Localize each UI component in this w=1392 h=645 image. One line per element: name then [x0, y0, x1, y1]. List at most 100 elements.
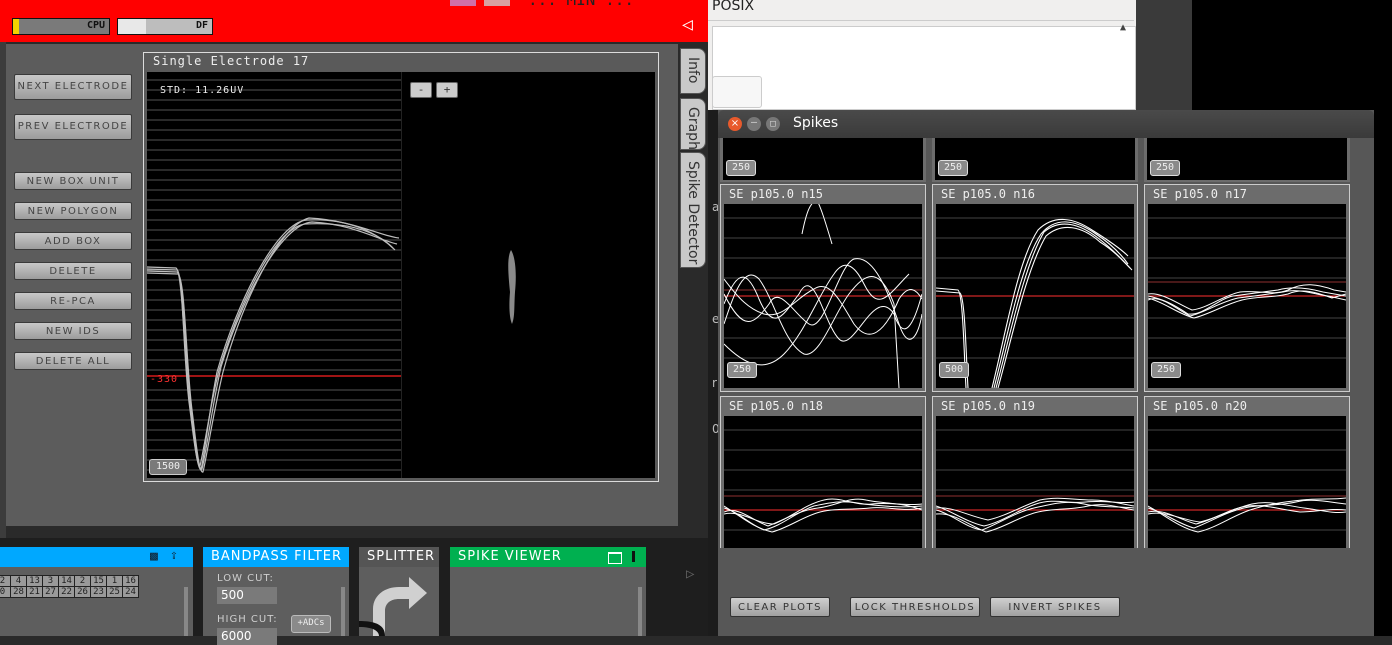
- channel-cell[interactable]: 26: [74, 586, 91, 598]
- scrollbar[interactable]: [638, 587, 642, 636]
- clock-text: ... MIN ...: [528, 0, 634, 9]
- play-icon[interactable]: ▷: [686, 566, 694, 582]
- spikes-title: Spikes: [793, 115, 839, 131]
- clear-plots-button[interactable]: CLEAR PLOTS: [730, 597, 830, 617]
- scale-label[interactable]: 1500: [149, 459, 187, 475]
- spike-plot-partial: 250: [1144, 138, 1350, 182]
- waveform-plot[interactable]: [147, 72, 655, 478]
- high-cut-label: HIGH CUT:: [217, 614, 278, 625]
- play-button[interactable]: [484, 0, 510, 6]
- delete-all-button[interactable]: DELETE ALL: [14, 352, 132, 370]
- scale-label[interactable]: 250: [1150, 160, 1180, 176]
- spike-plot-n16[interactable]: SE p105.0 n16 500: [932, 184, 1138, 392]
- tab-spike-detector[interactable]: Spike Detector: [680, 152, 706, 268]
- spike-plot-partial: 250: [720, 138, 926, 182]
- spike-plot-label: SE p105.0 n19: [941, 399, 1035, 413]
- delete-button[interactable]: DELETE: [14, 262, 132, 280]
- scale-label[interactable]: 500: [939, 362, 969, 378]
- spike-plot-n18[interactable]: SE p105.0 n18: [720, 396, 926, 549]
- channel-cell[interactable]: 24: [122, 586, 139, 598]
- low-cut-field[interactable]: 500: [217, 587, 277, 604]
- scrollbar[interactable]: [184, 587, 188, 636]
- channel-map-header: [0, 547, 193, 567]
- minimize-icon[interactable]: –: [747, 117, 761, 131]
- posix-text-area[interactable]: [712, 26, 1136, 110]
- channel-cell[interactable]: 14: [58, 575, 75, 587]
- spike-plot-label: SE p105.0 n17: [1153, 187, 1247, 201]
- back-triangle-icon[interactable]: ◁: [682, 14, 693, 35]
- upload-icon[interactable]: ⇪: [170, 548, 178, 563]
- channel-cell[interactable]: 21: [26, 586, 43, 598]
- scale-label[interactable]: 250: [938, 160, 968, 176]
- std-readout: STD: 11.26UV: [160, 85, 245, 96]
- scroll-up-arrow-icon[interactable]: ▲: [1120, 22, 1126, 33]
- add-adcs-button[interactable]: +ADCs: [291, 615, 331, 633]
- splitter-arrow-icon[interactable]: [359, 569, 439, 636]
- channel-cell[interactable]: 13: [26, 575, 43, 587]
- zoom-in-button[interactable]: +: [436, 82, 458, 98]
- posix-window: POSIX ▲: [708, 0, 1136, 110]
- channel-cell[interactable]: 0: [0, 586, 11, 598]
- plot-title: Single Electrode 17: [153, 54, 310, 68]
- new-polygon-button[interactable]: NEW POLYGON: [14, 202, 132, 220]
- channel-cell[interactable]: 22: [58, 586, 75, 598]
- splitter-panel: SPLITTER: [359, 547, 439, 636]
- spike-plot-partial: 250: [932, 138, 1138, 182]
- channel-grid[interactable]: 2 4 13 3 14 2 15 1 16 0 28 21 27 22 26 23 25 24: [0, 575, 139, 598]
- save-icon[interactable]: ▩: [150, 549, 158, 564]
- posix-title: POSIX: [712, 0, 755, 14]
- spike-plot-label: SE p105.0 n16: [941, 187, 1035, 201]
- channel-cell[interactable]: 2: [0, 575, 11, 587]
- spike-plot-label: SE p105.0 n15: [729, 187, 823, 201]
- invert-spikes-button[interactable]: INVERT SPIKES: [990, 597, 1120, 617]
- lock-thresholds-button[interactable]: LOCK THRESHOLDS: [850, 597, 980, 617]
- low-cut-label: LOW CUT:: [217, 573, 274, 584]
- toggle-icon[interactable]: [632, 551, 635, 562]
- tab-info[interactable]: Info: [680, 48, 706, 94]
- spikes-window: × – □ Spikes 250 250 250 SE p105.0 n15 2…: [718, 110, 1374, 636]
- high-cut-field[interactable]: 6000: [217, 628, 277, 645]
- scale-label[interactable]: 250: [726, 160, 756, 176]
- new-ids-button[interactable]: NEW IDS: [14, 322, 132, 340]
- add-box-button[interactable]: ADD BOX: [14, 232, 132, 250]
- splitter-title: SPLITTER: [359, 547, 439, 567]
- maximize-icon[interactable]: □: [766, 117, 780, 131]
- channel-cell[interactable]: 27: [42, 586, 59, 598]
- window-icon[interactable]: [608, 552, 622, 564]
- channel-cell[interactable]: 1: [106, 575, 123, 587]
- scrollbar[interactable]: [341, 587, 345, 636]
- spike-plot-n20[interactable]: SE p105.0 n20: [1144, 396, 1350, 549]
- re-pca-button[interactable]: RE-PCA: [14, 292, 132, 310]
- threshold-label: -330: [150, 374, 179, 385]
- scale-label[interactable]: 250: [727, 362, 757, 378]
- scale-label[interactable]: 250: [1151, 362, 1181, 378]
- tab-info-label: Info: [685, 57, 701, 84]
- channel-cell[interactable]: 4: [10, 575, 27, 587]
- prev-electrode-button[interactable]: PREV ELECTRODE: [14, 114, 132, 140]
- channel-cell[interactable]: 28: [10, 586, 27, 598]
- df-meter: DF: [117, 18, 213, 35]
- channel-cell[interactable]: 3: [42, 575, 59, 587]
- tab-graph[interactable]: Graph: [680, 98, 706, 150]
- df-label: DF: [195, 20, 208, 31]
- cpu-meter: CPU: [12, 18, 110, 35]
- channel-cell[interactable]: 2: [74, 575, 91, 587]
- record-button[interactable]: [450, 0, 476, 6]
- spike-plot-n15[interactable]: SE p105.0 n15 250: [720, 184, 926, 392]
- spike-viewer-panel: SPIKE VIEWER: [450, 547, 646, 636]
- spike-plot-n19[interactable]: SE p105.0 n19: [932, 396, 1138, 549]
- cpu-label: CPU: [86, 20, 105, 31]
- next-electrode-button[interactable]: NEXT ELECTRODE: [14, 74, 132, 100]
- posix-button[interactable]: [712, 76, 762, 108]
- new-box-unit-button[interactable]: NEW BOX UNIT: [14, 172, 132, 190]
- background-text: r: [712, 376, 717, 390]
- channel-cell[interactable]: 15: [90, 575, 107, 587]
- spike-plot-n17[interactable]: SE p105.0 n17 250: [1144, 184, 1350, 392]
- bandpass-filter-panel: BANDPASS FILTER LOW CUT: 500 HIGH CUT: 6…: [203, 547, 349, 645]
- close-icon[interactable]: ×: [728, 117, 742, 131]
- channel-cell[interactable]: 16: [122, 575, 139, 587]
- zoom-out-button[interactable]: -: [410, 82, 432, 98]
- tab-spike-detector-label: Spike Detector: [685, 161, 701, 265]
- channel-cell[interactable]: 23: [90, 586, 107, 598]
- channel-cell[interactable]: 25: [106, 586, 123, 598]
